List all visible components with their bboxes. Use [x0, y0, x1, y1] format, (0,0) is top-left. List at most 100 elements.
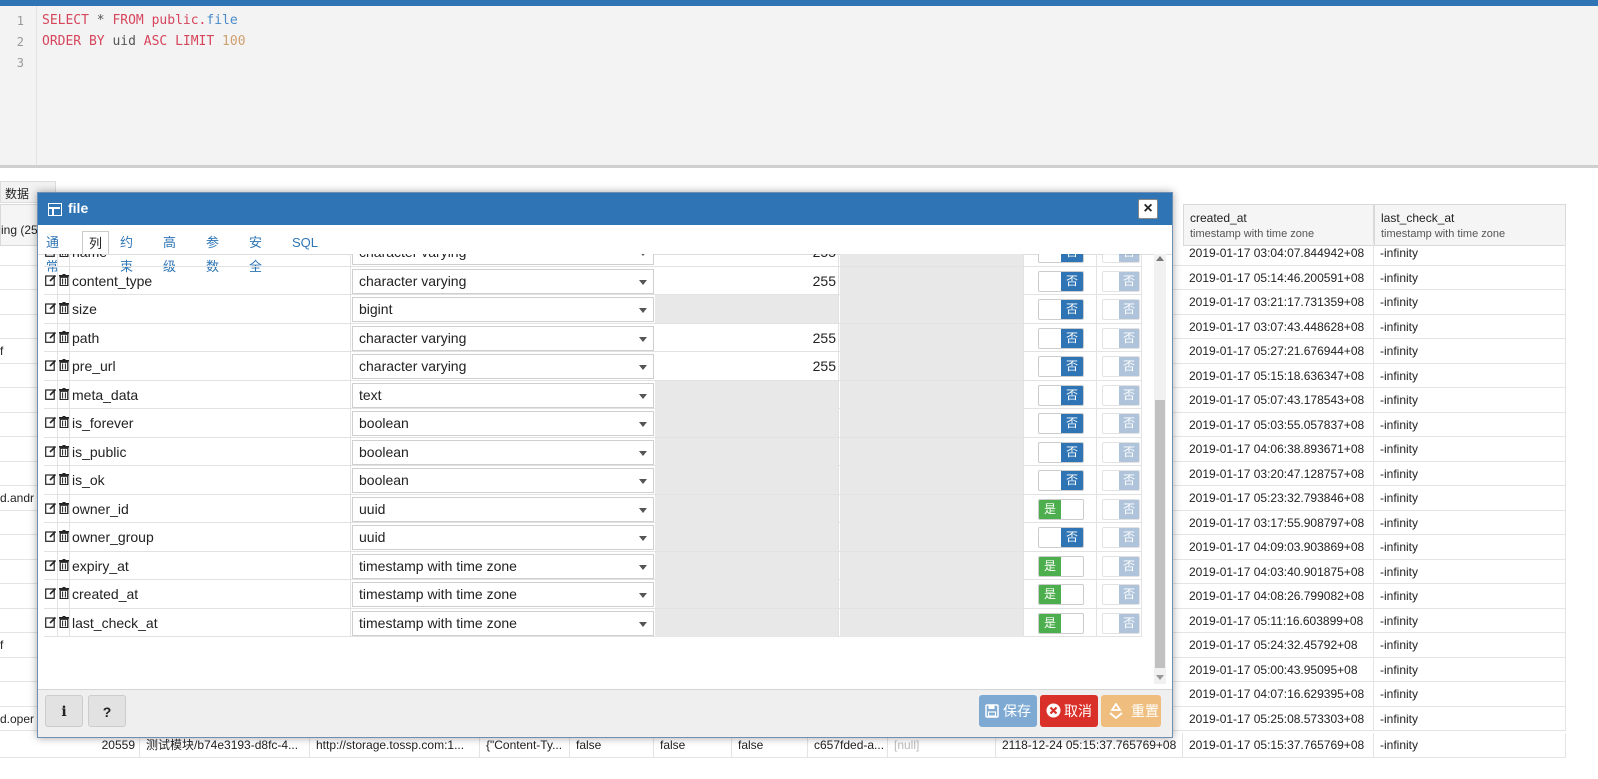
tab-general[interactable]: 通常 [46, 231, 59, 274]
grid-header-last-check-at[interactable]: last_check_at timestamp with time zone [1374, 204, 1566, 246]
column-type-select[interactable]: timestamp with time zone [352, 610, 654, 636]
column-type-select[interactable]: uuid [352, 525, 654, 550]
help-button[interactable]: ? [88, 695, 126, 727]
scroll-thumb[interactable] [1155, 400, 1165, 668]
scroll-down-arrow-icon[interactable] [1156, 675, 1164, 680]
edit-icon[interactable] [45, 274, 57, 289]
primary-key-toggle[interactable]: 否 [1102, 584, 1140, 605]
edit-icon[interactable] [45, 616, 57, 631]
not-null-toggle[interactable]: 否 [1038, 327, 1084, 349]
tab-advanced[interactable]: 高级 [163, 231, 176, 274]
cancel-button[interactable]: 取消 [1040, 695, 1098, 727]
primary-key-toggle[interactable]: 否 [1102, 470, 1140, 491]
column-type-select[interactable]: boolean [352, 468, 654, 493]
column-type-select[interactable]: boolean [352, 439, 654, 465]
column-name-field[interactable]: name [71, 254, 351, 266]
column-row[interactable]: path character varying 255 否 否 [44, 323, 1142, 352]
column-name-field[interactable]: meta_data [71, 380, 351, 409]
column-length-field[interactable] [655, 295, 839, 323]
column-type-select[interactable]: character varying [352, 268, 654, 294]
not-null-toggle[interactable]: 否 [1038, 299, 1084, 320]
column-row[interactable]: owner_id uuid 是 否 [44, 494, 1142, 523]
not-null-toggle[interactable]: 否 [1038, 384, 1084, 406]
column-row[interactable]: is_ok boolean 否 否 [44, 466, 1142, 495]
column-name-field[interactable]: expiry_at [71, 551, 351, 580]
tab-parameters[interactable]: 参数 [206, 231, 219, 274]
tab-constraints[interactable]: 约束 [120, 231, 133, 274]
column-length-field[interactable] [655, 409, 839, 437]
tab-columns[interactable]: 列 [82, 231, 110, 255]
column-length-field[interactable]: 255 [655, 352, 839, 380]
column-type-select[interactable]: uuid [352, 496, 654, 522]
not-null-toggle[interactable]: 否 [1038, 270, 1084, 292]
edit-icon[interactable] [45, 331, 57, 346]
reset-button[interactable]: 重置 [1101, 695, 1161, 727]
edit-icon[interactable] [45, 302, 57, 317]
column-name-field[interactable]: size [71, 295, 351, 323]
not-null-toggle[interactable]: 否 [1038, 254, 1084, 263]
primary-key-toggle[interactable]: 否 [1102, 527, 1140, 548]
column-name-field[interactable]: owner_group [71, 523, 351, 551]
column-name-field[interactable]: path [71, 323, 351, 352]
column-type-select[interactable]: timestamp with time zone [352, 553, 654, 579]
column-length-field[interactable] [655, 608, 839, 637]
primary-key-toggle[interactable]: 否 [1102, 254, 1140, 263]
grid-header-created-at[interactable]: created_at timestamp with time zone [1183, 204, 1374, 246]
trash-icon[interactable] [59, 273, 69, 289]
column-row[interactable]: meta_data text 否 否 [44, 380, 1142, 409]
scroll-up-arrow-icon[interactable] [1156, 256, 1164, 261]
not-null-toggle[interactable]: 否 [1038, 470, 1084, 491]
trash-icon[interactable] [59, 615, 69, 631]
code-line-1[interactable]: SELECT * FROM public.file [42, 13, 238, 28]
column-name-field[interactable]: owner_id [71, 494, 351, 523]
edit-icon[interactable] [45, 445, 57, 460]
column-length-field[interactable] [655, 466, 839, 494]
trash-icon[interactable] [59, 473, 69, 488]
column-row[interactable]: name character varying 255 否 否 [44, 254, 1142, 267]
info-button[interactable]: i [45, 695, 83, 727]
column-type-select[interactable]: timestamp with time zone [352, 582, 654, 607]
edit-icon[interactable] [45, 473, 57, 488]
column-type-select[interactable]: boolean [352, 411, 654, 436]
column-row[interactable]: owner_group uuid 否 否 [44, 523, 1142, 552]
not-null-toggle[interactable]: 是 [1038, 555, 1084, 577]
trash-icon[interactable] [59, 587, 69, 602]
column-type-select[interactable]: text [352, 382, 654, 408]
columns-scrollbar[interactable] [1154, 254, 1166, 684]
primary-key-toggle[interactable]: 否 [1102, 498, 1140, 520]
column-length-field[interactable] [655, 523, 839, 551]
not-null-toggle[interactable]: 是 [1038, 584, 1084, 605]
column-name-field[interactable]: is_public [71, 437, 351, 466]
primary-key-toggle[interactable]: 否 [1102, 441, 1140, 463]
column-row[interactable]: size bigint 否 否 [44, 295, 1142, 324]
primary-key-toggle[interactable]: 否 [1102, 413, 1140, 434]
not-null-toggle[interactable]: 否 [1038, 527, 1084, 548]
trash-icon[interactable] [59, 330, 69, 346]
edit-icon[interactable] [45, 530, 57, 545]
column-type-select[interactable]: character varying [352, 254, 654, 265]
primary-key-toggle[interactable]: 否 [1102, 612, 1140, 634]
column-name-field[interactable]: last_check_at [71, 608, 351, 637]
trash-icon[interactable] [59, 530, 69, 545]
edit-icon[interactable] [45, 502, 57, 517]
column-name-field[interactable]: content_type [71, 266, 351, 295]
column-type-select[interactable]: bigint [352, 297, 654, 322]
trash-icon[interactable] [59, 359, 69, 374]
column-type-select[interactable]: character varying [352, 354, 654, 379]
column-row[interactable]: pre_url character varying 255 否 否 [44, 352, 1142, 381]
close-button[interactable]: × [1138, 199, 1158, 219]
column-length-field[interactable]: 255 [655, 266, 839, 295]
column-length-field[interactable] [655, 580, 839, 608]
column-row[interactable]: is_public boolean 否 否 [44, 437, 1142, 466]
edit-icon[interactable] [45, 416, 57, 431]
not-null-toggle[interactable]: 否 [1038, 413, 1084, 434]
primary-key-toggle[interactable]: 否 [1102, 299, 1140, 320]
column-length-field[interactable]: 255 [655, 254, 839, 266]
edit-icon[interactable] [45, 254, 57, 260]
column-length-field[interactable] [655, 551, 839, 580]
trash-icon[interactable] [59, 558, 69, 574]
column-row[interactable]: is_forever boolean 否 否 [44, 409, 1142, 438]
not-null-toggle[interactable]: 否 [1038, 441, 1084, 463]
trash-icon[interactable] [59, 416, 69, 431]
column-name-field[interactable]: created_at [71, 580, 351, 608]
